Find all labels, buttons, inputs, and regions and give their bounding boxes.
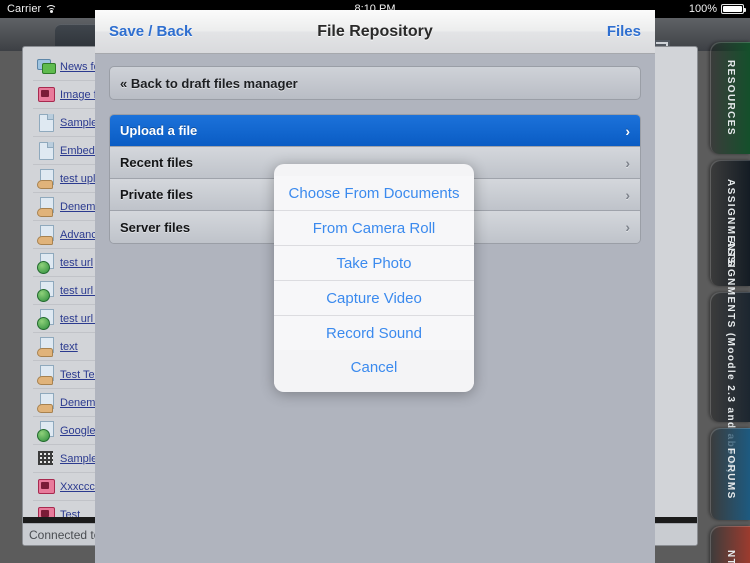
files-button[interactable]: Files xyxy=(607,23,641,40)
chevron-right-icon: › xyxy=(625,122,630,139)
upload-icon xyxy=(37,224,55,245)
sheet-button-label: Record Sound xyxy=(326,324,422,342)
chevron-right-icon: › xyxy=(625,219,630,235)
upload-icon xyxy=(37,196,55,217)
repository-row-label: Recent files xyxy=(120,155,193,170)
sheet-button-capture-video[interactable]: Capture Video xyxy=(274,280,474,315)
category-edge-tabs: RESOURCES ASSIGNMENTS ASSIGNMENTS (Moodle … xyxy=(708,36,750,563)
sheet-button-from-camera-roll[interactable]: From Camera Roll xyxy=(274,210,474,245)
wiki-icon xyxy=(37,449,55,469)
sheet-button-label: Cancel xyxy=(350,358,398,376)
list-item-label: text xyxy=(60,340,78,353)
edge-tab-label: FORUMS xyxy=(724,448,736,500)
sheet-button-record-sound[interactable]: Record Sound xyxy=(274,315,474,350)
sheet-button-label: From Camera Roll xyxy=(312,219,436,237)
battery-full-icon xyxy=(721,4,746,14)
list-item-label: test url xyxy=(60,256,94,269)
edge-tab[interactable]: FORUMS xyxy=(710,428,750,520)
repository-row-label: Upload a file xyxy=(120,123,198,138)
repository-row-label: Private files xyxy=(120,187,193,202)
battery-percent-label: 100% xyxy=(688,3,717,15)
forum-icon xyxy=(37,57,56,77)
sheet-button-choose-from-documents[interactable]: Choose From Documents xyxy=(274,176,474,210)
edge-tab-label: RESOURCES xyxy=(724,60,736,136)
upload-action-sheet: Choose From Documents From Camera Roll Tak… xyxy=(274,164,474,392)
save-back-button[interactable]: Save / Back xyxy=(109,23,192,40)
sheet-button-cancel[interactable]: Cancel xyxy=(274,350,474,384)
chevron-right-icon: › xyxy=(625,186,630,203)
url-icon xyxy=(37,252,55,274)
list-item-label: Google xyxy=(60,424,96,437)
status-bar-right: 100% xyxy=(688,0,746,18)
screen-root: Carrier 8:10 PM 100% Login News foruImag… xyxy=(0,0,750,563)
edge-tab-label: NTS xyxy=(724,550,736,563)
url-icon xyxy=(37,420,55,442)
url-icon xyxy=(37,280,55,302)
panel-navbar: Save / Back File Repository Files xyxy=(95,10,655,54)
upload-icon xyxy=(37,336,55,357)
upload-icon xyxy=(37,364,55,385)
chevron-right-icon: › xyxy=(625,154,630,171)
edge-tab[interactable]: ASSIGNMENTS (Moodle 2.3 and above) xyxy=(710,240,750,474)
back-to-draft-files-manager-button[interactable]: « Back to draft files manager xyxy=(109,66,641,100)
repository-row-label: Server files xyxy=(120,219,191,235)
image-icon xyxy=(37,477,55,497)
edge-tab[interactable]: NTS xyxy=(710,526,750,563)
sheet-button-label: Take Photo xyxy=(336,254,412,272)
document-icon xyxy=(37,141,55,161)
sheet-button-take-photo[interactable]: Take Photo xyxy=(274,245,474,280)
document-icon xyxy=(37,113,55,133)
upload-icon xyxy=(37,168,55,189)
url-icon xyxy=(37,308,55,330)
edge-tab[interactable]: RESOURCES xyxy=(710,42,750,154)
repository-row-upload-a-file[interactable]: Upload a file › xyxy=(110,115,640,147)
image-icon xyxy=(37,85,55,105)
sheet-button-label: Capture Video xyxy=(326,289,422,307)
sheet-button-label: Choose From Documents xyxy=(288,184,460,202)
upload-icon xyxy=(37,392,55,413)
